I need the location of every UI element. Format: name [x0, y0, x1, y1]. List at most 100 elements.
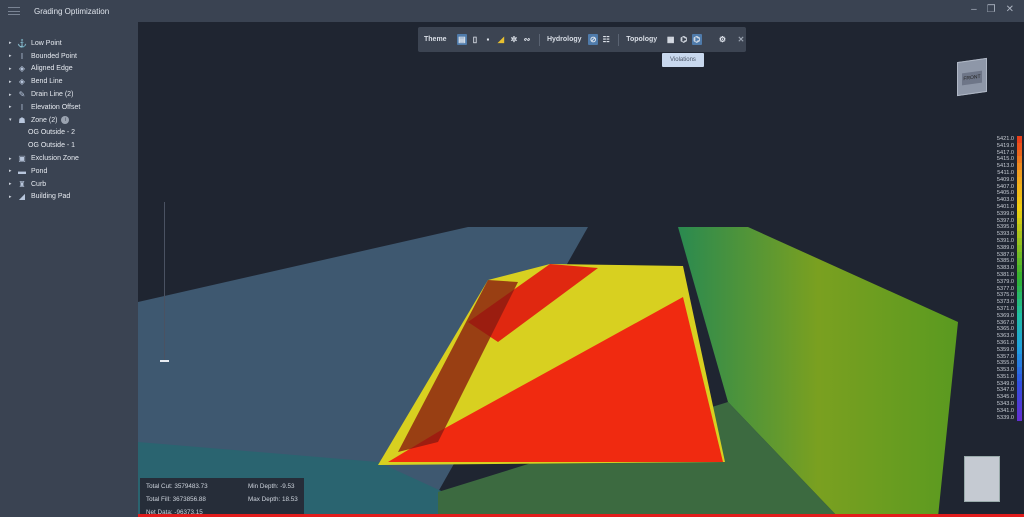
- legend-value: 5383.0: [996, 265, 1014, 272]
- close-toolbar-icon[interactable]: ✕: [736, 34, 746, 45]
- tree-item[interactable]: ▸ ▣ Exclusion Zone: [0, 152, 138, 165]
- violations-tooltip: Violations: [662, 53, 704, 67]
- tree-item[interactable]: ▸ Ι Elevation Offset: [0, 101, 138, 114]
- feature-tree-sidebar: ▸ ⚓ Low Point ▸ Ι Bounded Point ▸ ◈ Aligned Edge…: [0, 22, 138, 517]
- anchor-icon: ⚓: [17, 38, 27, 48]
- tree-item[interactable]: ▸ ◈ Aligned Edge: [0, 63, 138, 76]
- legend-value: 5397.0: [996, 217, 1014, 224]
- theme-gradient-button[interactable]: ◢: [496, 34, 506, 45]
- settings-gear-icon[interactable]: ⚙: [718, 34, 728, 45]
- expand-arrow-icon[interactable]: ▸: [9, 92, 17, 98]
- topology-grid-button[interactable]: ▦: [666, 34, 676, 45]
- topology-violations-button[interactable]: ⌬: [691, 34, 702, 45]
- tree-item[interactable]: ▸ Ι Bounded Point: [0, 50, 138, 63]
- legend-swatch: [1017, 244, 1022, 252]
- legend-entry: 5369.0: [968, 312, 1024, 320]
- view-cube-front[interactable]: FRONT: [962, 70, 982, 86]
- legend-entry: 5351.0: [968, 373, 1024, 381]
- tree-item-label: Bend Line: [31, 78, 63, 86]
- tree-item-label: OG Outside - 1: [28, 142, 76, 150]
- bend-line-icon: ◈: [18, 77, 26, 87]
- legend-entry: 5339.0: [968, 414, 1024, 422]
- theme-slope-button[interactable]: ▯: [470, 34, 480, 45]
- minimize-button[interactable]: –: [971, 4, 977, 15]
- legend-entry: 5407.0: [968, 183, 1024, 191]
- legend-value: 5345.0: [996, 394, 1014, 401]
- legend-entry: 5383.0: [968, 265, 1024, 272]
- tree-item[interactable]: ▸ ⚓ Low Point: [0, 37, 138, 50]
- expand-arrow-icon[interactable]: ▸: [9, 40, 17, 46]
- theme-settings-button[interactable]: ✲: [509, 34, 519, 45]
- tree-item[interactable]: ▸ ◢ Building Pad: [0, 191, 138, 204]
- legend-value: 5409.0: [996, 176, 1014, 183]
- 3d-viewport[interactable]: Theme ▤ ▯ ▪ ◢ ✲ ∾ Hydrology ⊘ ☷ Topology…: [138, 22, 1024, 517]
- tree-item[interactable]: ▸ ♜ Curb: [0, 178, 138, 191]
- expand-arrow-icon[interactable]: ▸: [9, 194, 17, 200]
- legend-entry: 5371.0: [968, 305, 1024, 313]
- legend-swatch: [1017, 414, 1022, 422]
- legend-entry: 5399.0: [968, 210, 1024, 218]
- legend-entry: 5379.0: [968, 278, 1024, 286]
- tree-item[interactable]: ▸ ✎ Drain Line (2): [0, 88, 138, 101]
- legend-value: 5351.0: [996, 373, 1014, 380]
- view-toolbar: Theme ▤ ▯ ▪ ◢ ✲ ∾ Hydrology ⊘ ☷ Topology…: [418, 27, 746, 52]
- close-window-button[interactable]: ✕: [1006, 4, 1014, 15]
- legend-value: 5349.0: [996, 380, 1014, 387]
- legend-value: 5347.0: [996, 387, 1014, 394]
- tree-item[interactable]: ▸ ◈ Bend Line: [0, 75, 138, 88]
- legend-value: 5401.0: [996, 203, 1014, 210]
- view-cube[interactable]: FRONT: [957, 57, 987, 97]
- tree-item[interactable]: ▸ ▬ Pond: [0, 165, 138, 178]
- expand-arrow-icon[interactable]: ▾: [9, 117, 17, 123]
- legend-swatch: [1017, 353, 1022, 361]
- hydrology-table-button[interactable]: ☷: [601, 34, 611, 45]
- legend-swatch: [1017, 305, 1022, 313]
- legend-swatch: [1017, 163, 1022, 170]
- legend-entry: 5377.0: [968, 285, 1024, 293]
- restore-button[interactable]: ❐: [987, 4, 996, 15]
- legend-swatch: [1017, 401, 1022, 408]
- legend-swatch: [1017, 217, 1022, 225]
- legend-swatch: [1017, 333, 1022, 340]
- legend-swatch: [1017, 190, 1022, 198]
- legend-value: 5369.0: [996, 312, 1014, 319]
- expand-arrow-icon[interactable]: ▸: [9, 53, 17, 59]
- theme-contour-button[interactable]: ∾: [522, 34, 532, 45]
- legend-entry: 5349.0: [968, 380, 1024, 388]
- expand-arrow-icon[interactable]: ▸: [9, 168, 17, 174]
- expand-arrow-icon[interactable]: ▸: [9, 181, 17, 187]
- topology-mesh-button[interactable]: ⌬: [679, 34, 689, 45]
- legend-entry: 5343.0: [968, 401, 1024, 408]
- legend-swatch: [1017, 326, 1022, 334]
- expand-arrow-icon[interactable]: ▸: [9, 156, 17, 162]
- hamburger-menu-icon[interactable]: [8, 7, 20, 15]
- expand-arrow-icon[interactable]: ▸: [9, 66, 17, 72]
- cut-fill-stats-panel: Total Cut: 3579483.73 Total Fill: 367385…: [140, 478, 304, 517]
- legend-entry: 5395.0: [968, 224, 1024, 232]
- tree-item-label: Elevation Offset: [31, 103, 81, 111]
- minimap[interactable]: [964, 456, 1000, 502]
- info-icon[interactable]: i: [61, 116, 70, 125]
- legend-entry: 5389.0: [968, 244, 1024, 252]
- tree-item[interactable]: OG Outside - 2: [0, 127, 138, 140]
- terrain-surface: [138, 227, 958, 517]
- slider-handle[interactable]: [160, 360, 169, 362]
- legend-swatch: [1017, 299, 1022, 306]
- elevation-slider[interactable]: [160, 202, 169, 362]
- legend-swatch: [1017, 237, 1022, 245]
- legend-swatch: [1017, 360, 1022, 368]
- legend-value: 5375.0: [996, 292, 1014, 299]
- legend-entry: 5417.0: [968, 149, 1024, 157]
- expand-arrow-icon[interactable]: ▸: [9, 79, 17, 85]
- theme-elevation-button[interactable]: ▤: [456, 34, 467, 45]
- total-fill: Total Fill: 3673856.88: [146, 496, 206, 503]
- legend-swatch: [1017, 292, 1022, 300]
- hydrology-flow-button[interactable]: ⊘: [588, 34, 599, 45]
- expand-arrow-icon[interactable]: ▸: [9, 104, 17, 110]
- legend-swatch: [1017, 197, 1022, 204]
- theme-cutfill-button[interactable]: ▪: [483, 34, 493, 45]
- tree-item[interactable]: ▾ ☗ Zone (2) i: [0, 114, 138, 127]
- tree-item[interactable]: OG Outside - 1: [0, 139, 138, 152]
- legend-value: 5407.0: [996, 183, 1014, 190]
- legend-swatch: [1017, 265, 1022, 272]
